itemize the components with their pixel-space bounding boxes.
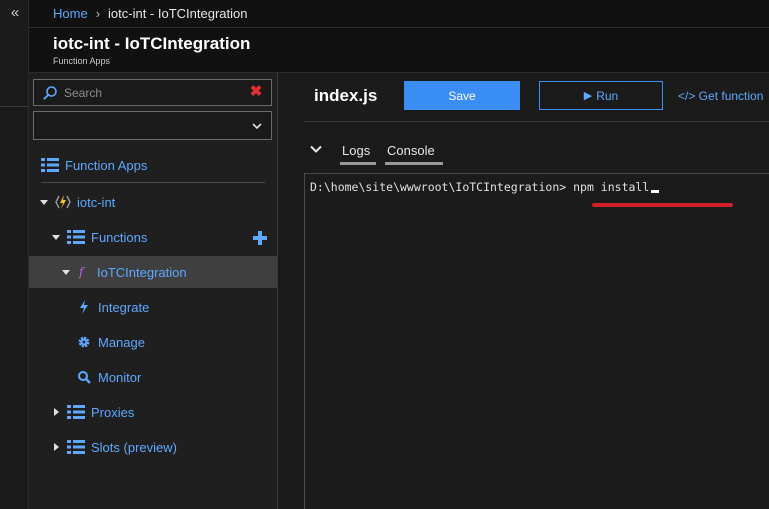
search-icon [78,371,91,384]
clear-search-icon[interactable]: ✖ [249,84,263,99]
chevron-right-icon: › [95,6,101,21]
sidebar-item-integrate[interactable]: Integrate [77,292,149,322]
azure-portal-window: « Home › iotc-int - IoTCIntegration iotc… [0,0,769,509]
divider [41,182,265,183]
function-app-sidebar: ✖ Function Apps iotc-i [29,72,277,509]
blade-header: iotc-int - IoTCIntegration Function Apps [29,28,769,72]
breadcrumb: Home › iotc-int - IoTCIntegration [29,0,769,28]
list-icon [67,405,85,419]
tab-label: Console [387,143,435,158]
tab-underline [340,162,376,165]
tab-console[interactable]: Console [385,137,443,165]
sidebar-item-label: Functions [91,229,148,245]
list-icon [41,158,59,172]
sidebar-item-manage[interactable]: Manage [77,327,145,357]
tab-underline [385,162,443,165]
breadcrumb-current: iotc-int - IoTCIntegration [108,6,248,21]
sidebar-item-function-apps[interactable]: Function Apps [41,150,147,180]
console-input[interactable]: npm install [566,180,649,194]
sidebar-item-label: IoTCIntegration [97,264,187,280]
left-rail: « [0,0,29,509]
sidebar-item-label: Monitor [98,369,142,385]
subscription-dropdown[interactable] [33,111,272,140]
play-icon: ▶ [583,90,593,102]
sidebar-item-label: Integrate [98,299,150,315]
function-app-bolt-icon [55,195,71,209]
save-button[interactable]: Save [404,81,520,110]
svg-text:f: f [78,265,86,279]
sidebar-item-label: Manage [98,334,145,350]
caret-down-icon [52,235,60,240]
rail-divider [0,106,29,107]
caret-down-icon [62,270,70,275]
console-prompt: D:\home\site\wwwroot\IoTCIntegration> [310,180,567,194]
function-icon: f [78,265,86,279]
run-button-label: Run [596,88,619,103]
sidebar-item-slots[interactable]: Slots (preview) [51,432,177,462]
search-box: ✖ [33,79,272,106]
run-button[interactable]: ▶ Run [539,81,663,110]
search-icon [43,86,57,100]
tab-label: Logs [342,143,371,158]
bolt-icon [80,300,88,314]
sidebar-item-label: Function Apps [65,157,148,173]
bottom-panel-tabs: Logs Console [304,133,769,165]
caret-right-icon [54,443,59,451]
sidebar-item-label: iotc-int [77,194,116,210]
sidebar-item-functions[interactable]: Functions [51,222,147,252]
console-output[interactable]: D:\home\site\wwwroot\IoTCIntegration> np… [304,173,769,509]
sidebar-item-monitor[interactable]: Monitor [77,362,141,392]
expand-menu-icon[interactable]: « [7,5,23,21]
sidebar-item-proxies[interactable]: Proxies [51,397,134,427]
breadcrumb-home-link[interactable]: Home [53,6,88,21]
list-icon [67,230,85,244]
list-icon [67,440,85,454]
function-editor: index.js Save ▶ Run </> Get function Log… [277,72,769,509]
tab-logs[interactable]: Logs [340,137,376,165]
chevron-down-icon [252,123,262,130]
code-editor-peek[interactable] [304,121,769,127]
sidebar-item-label: Proxies [91,404,135,420]
sidebar-item-label: Slots (preview) [91,439,177,455]
caret-right-icon [54,408,59,416]
console-line: D:\home\site\wwwroot\IoTCIntegration> np… [310,180,660,194]
sidebar-item-iotc-int[interactable]: iotc-int [39,187,115,217]
text-cursor [651,190,660,193]
page-title: iotc-int - IoTCIntegration [53,34,251,53]
gear-icon [78,336,90,348]
add-function-icon[interactable] [252,230,268,246]
page-subtitle: Function Apps [53,56,111,66]
chevron-down-icon[interactable] [310,143,322,155]
sidebar-item-iotcintegration[interactable]: f IoTCIntegration [61,257,187,287]
file-name: index.js [314,86,378,105]
search-input[interactable] [64,83,244,103]
caret-down-icon [40,200,48,205]
highlight-underline-annotation [592,203,733,207]
get-function-url-link[interactable]: </> Get function [678,89,763,103]
